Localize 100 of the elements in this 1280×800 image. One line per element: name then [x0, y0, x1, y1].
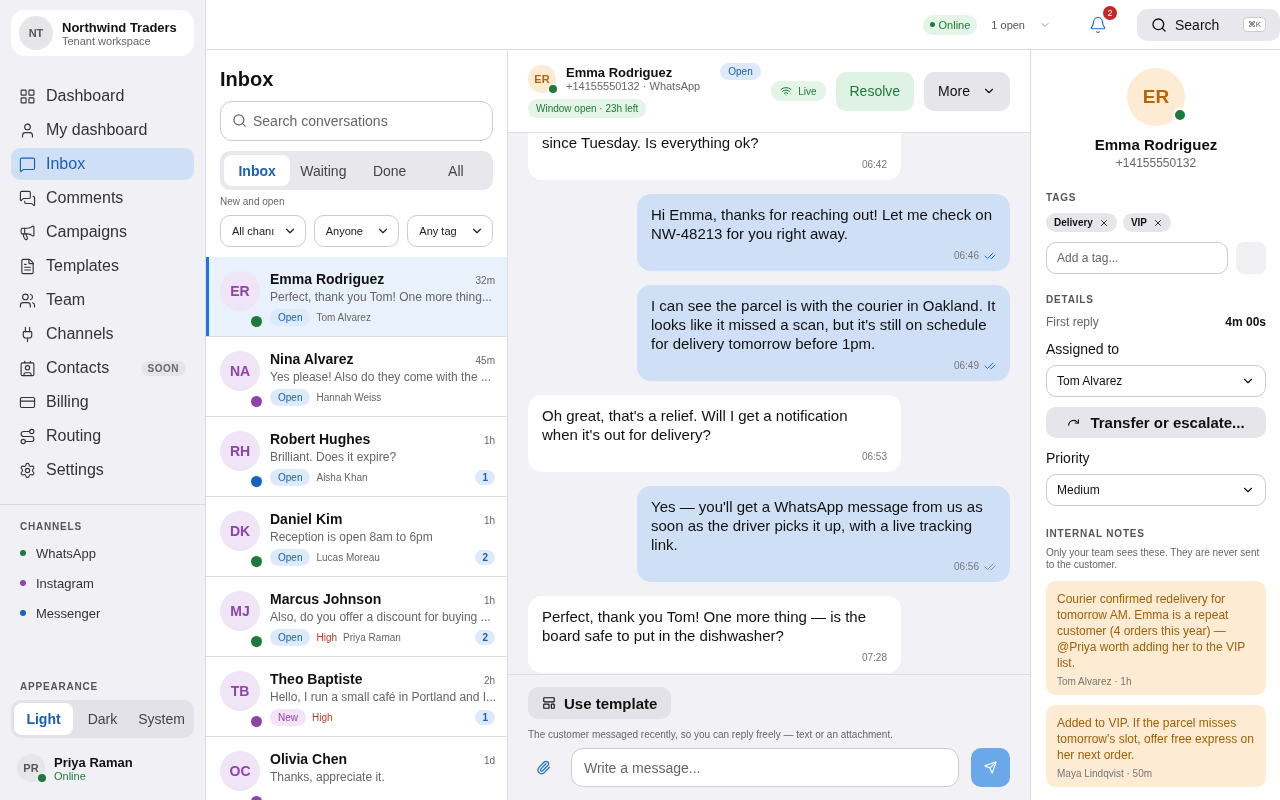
workspace-card[interactable]: NT Northwind Traders Tenant workspace: [11, 10, 194, 56]
appearance-option[interactable]: System: [132, 703, 191, 735]
assignee-name: Aisha Khan: [316, 472, 368, 483]
workspace-avatar: NT: [19, 16, 53, 50]
assignee-select[interactable]: Tom Alvarez: [1046, 365, 1266, 397]
message-text: since Tuesday. Is everything ok?: [542, 133, 760, 152]
grid-icon: [19, 87, 36, 105]
contact-name: Marcus Johnson: [270, 591, 382, 607]
nav-item[interactable]: Inbox: [11, 148, 194, 180]
composer-hint: The customer messaged recently, so you can reply freely — text or an attachment.: [528, 729, 894, 740]
message-preview: Perfect, thank you Tom! One more thing...: [270, 290, 493, 304]
status-tab[interactable]: Inbox: [224, 155, 291, 186]
nav-item[interactable]: Team: [11, 284, 194, 316]
inbox-title: Inbox: [220, 68, 275, 91]
conversation-time: 1h: [483, 515, 495, 526]
use-template-button[interactable]: Use template: [528, 687, 672, 719]
section-title: CHANNELS: [20, 521, 83, 532]
nav-item[interactable]: Contacts SOON: [11, 352, 194, 384]
message-time: 06:56: [953, 560, 979, 574]
arrow-icon: [1067, 416, 1081, 429]
status-badge: Open: [270, 549, 311, 566]
nav-item[interactable]: Channels: [11, 318, 194, 350]
contact-avatar: ER: [528, 64, 556, 93]
unread-count: 1: [475, 470, 495, 485]
appearance-option[interactable]: Dark: [73, 703, 132, 735]
search-field[interactable]: Search conversations: [220, 101, 493, 141]
nav-item[interactable]: Comments: [11, 182, 194, 214]
user-icon: [19, 121, 36, 139]
status-badge: Open: [270, 389, 311, 406]
online-dot: [549, 84, 557, 93]
status-tab[interactable]: Done: [356, 155, 423, 186]
status-tab[interactable]: All: [422, 155, 489, 186]
more-button[interactable]: More: [924, 71, 1010, 111]
nav-item[interactable]: Routing: [11, 420, 194, 452]
notification-count: 2: [1103, 5, 1117, 20]
route-icon: [19, 427, 36, 445]
channel-item[interactable]: WhatsApp: [11, 538, 194, 568]
resolve-button[interactable]: Resolve: [835, 71, 915, 111]
field-label: Priority: [1046, 450, 1091, 466]
users-icon: [19, 291, 36, 309]
detail-value: 4m 00s: [1225, 315, 1266, 329]
channel-item[interactable]: Instagram: [11, 568, 194, 598]
close-icon: [1153, 217, 1164, 228]
contact-name: Theo Baptiste: [270, 671, 363, 687]
contact-name: Emma Rodriguez: [1094, 136, 1218, 153]
chat-bubble-icon: [19, 155, 36, 173]
unread-count: 1: [475, 710, 495, 725]
priority-label: High: [312, 712, 333, 723]
note-author: Tom Alvarez · 1h: [1057, 676, 1133, 687]
channel-item[interactable]: Messenger: [11, 598, 194, 628]
message-preview: Hello, I run a small café in Portland and I...: [270, 690, 495, 704]
assignee-name: Hannah Weiss: [316, 392, 382, 403]
priority-select[interactable]: Medium: [1046, 474, 1266, 506]
live-status: Live: [771, 81, 826, 101]
nav-item[interactable]: Dashboard: [11, 80, 194, 112]
conversation-time: 2h: [483, 675, 495, 686]
settings-icon: [19, 461, 36, 479]
status-tab[interactable]: Waiting: [290, 155, 357, 186]
notes-hint: Only your team sees these. They are never sent to the customer.: [1046, 547, 1261, 571]
conversation-item[interactable]: ER Emma Rodriguez 32m Perfect, thank you Tom! One more thing... Open Tom Alvarez: [206, 257, 507, 337]
detail-label: First reply: [1046, 315, 1099, 329]
message-preview: Brilliant. Does it expire?: [270, 450, 398, 464]
message-field[interactable]: Write a message...: [571, 748, 959, 787]
filter-dropdown[interactable]: Anyone: [313, 215, 400, 247]
user-status: Online: [54, 769, 87, 782]
message-preview: Yes please! Also do they come with the ...: [270, 370, 493, 384]
message-text: I can see the parcel is with the courier in Oakland. It looks like it missed a scan, but it's still on schedule for delivery tomorrow before 1pm.: [651, 296, 996, 353]
close-icon: [1098, 217, 1109, 228]
section-title: DETAILS: [1046, 294, 1095, 305]
search-button[interactable]: Search ⌘K: [1137, 8, 1280, 41]
status-badge: Open: [270, 309, 311, 326]
appearance-option[interactable]: Light: [14, 703, 73, 735]
contact-name: Nina Alvarez: [270, 351, 354, 367]
tag-field[interactable]: Add a tag...: [1046, 242, 1228, 274]
nav-item[interactable]: My dashboard: [11, 114, 194, 146]
filter-dropdown[interactable]: All chanı: [220, 215, 306, 247]
status-badge: Open: [720, 62, 761, 80]
user-name: Priya Raman: [54, 754, 133, 770]
assignee-name: Lucas Moreau: [316, 552, 380, 563]
nav-item[interactable]: Campaigns: [11, 216, 194, 248]
tag-chip[interactable]: Delivery: [1046, 213, 1117, 232]
status-badge: New: [270, 709, 306, 726]
message-time: 06:42: [861, 158, 887, 172]
nav-item[interactable]: Settings: [11, 454, 194, 486]
transfer-button[interactable]: Transfer or escalate...: [1046, 407, 1266, 438]
megaphone-icon: [19, 223, 36, 241]
nav-item[interactable]: Templates: [11, 250, 194, 282]
document-icon: [19, 257, 36, 275]
shortcut-key: ⌘K: [1242, 17, 1266, 32]
send-icon: [984, 761, 997, 774]
contact-name: Emma Rodriguez: [270, 271, 385, 287]
contact-phone: +14155550132 · WhatsApp: [566, 80, 701, 92]
unread-count: 2: [475, 550, 495, 565]
send-button[interactable]: [971, 748, 1010, 787]
conversation-time: 1h: [483, 595, 495, 606]
open-count-dropdown[interactable]: 1 open: [991, 18, 1071, 31]
filter-dropdown[interactable]: Any tag: [407, 215, 493, 247]
assignee-name: Tom Alvarez: [316, 312, 371, 323]
tag-chip[interactable]: VIP: [1122, 213, 1172, 232]
nav-item[interactable]: Billing: [11, 386, 194, 418]
